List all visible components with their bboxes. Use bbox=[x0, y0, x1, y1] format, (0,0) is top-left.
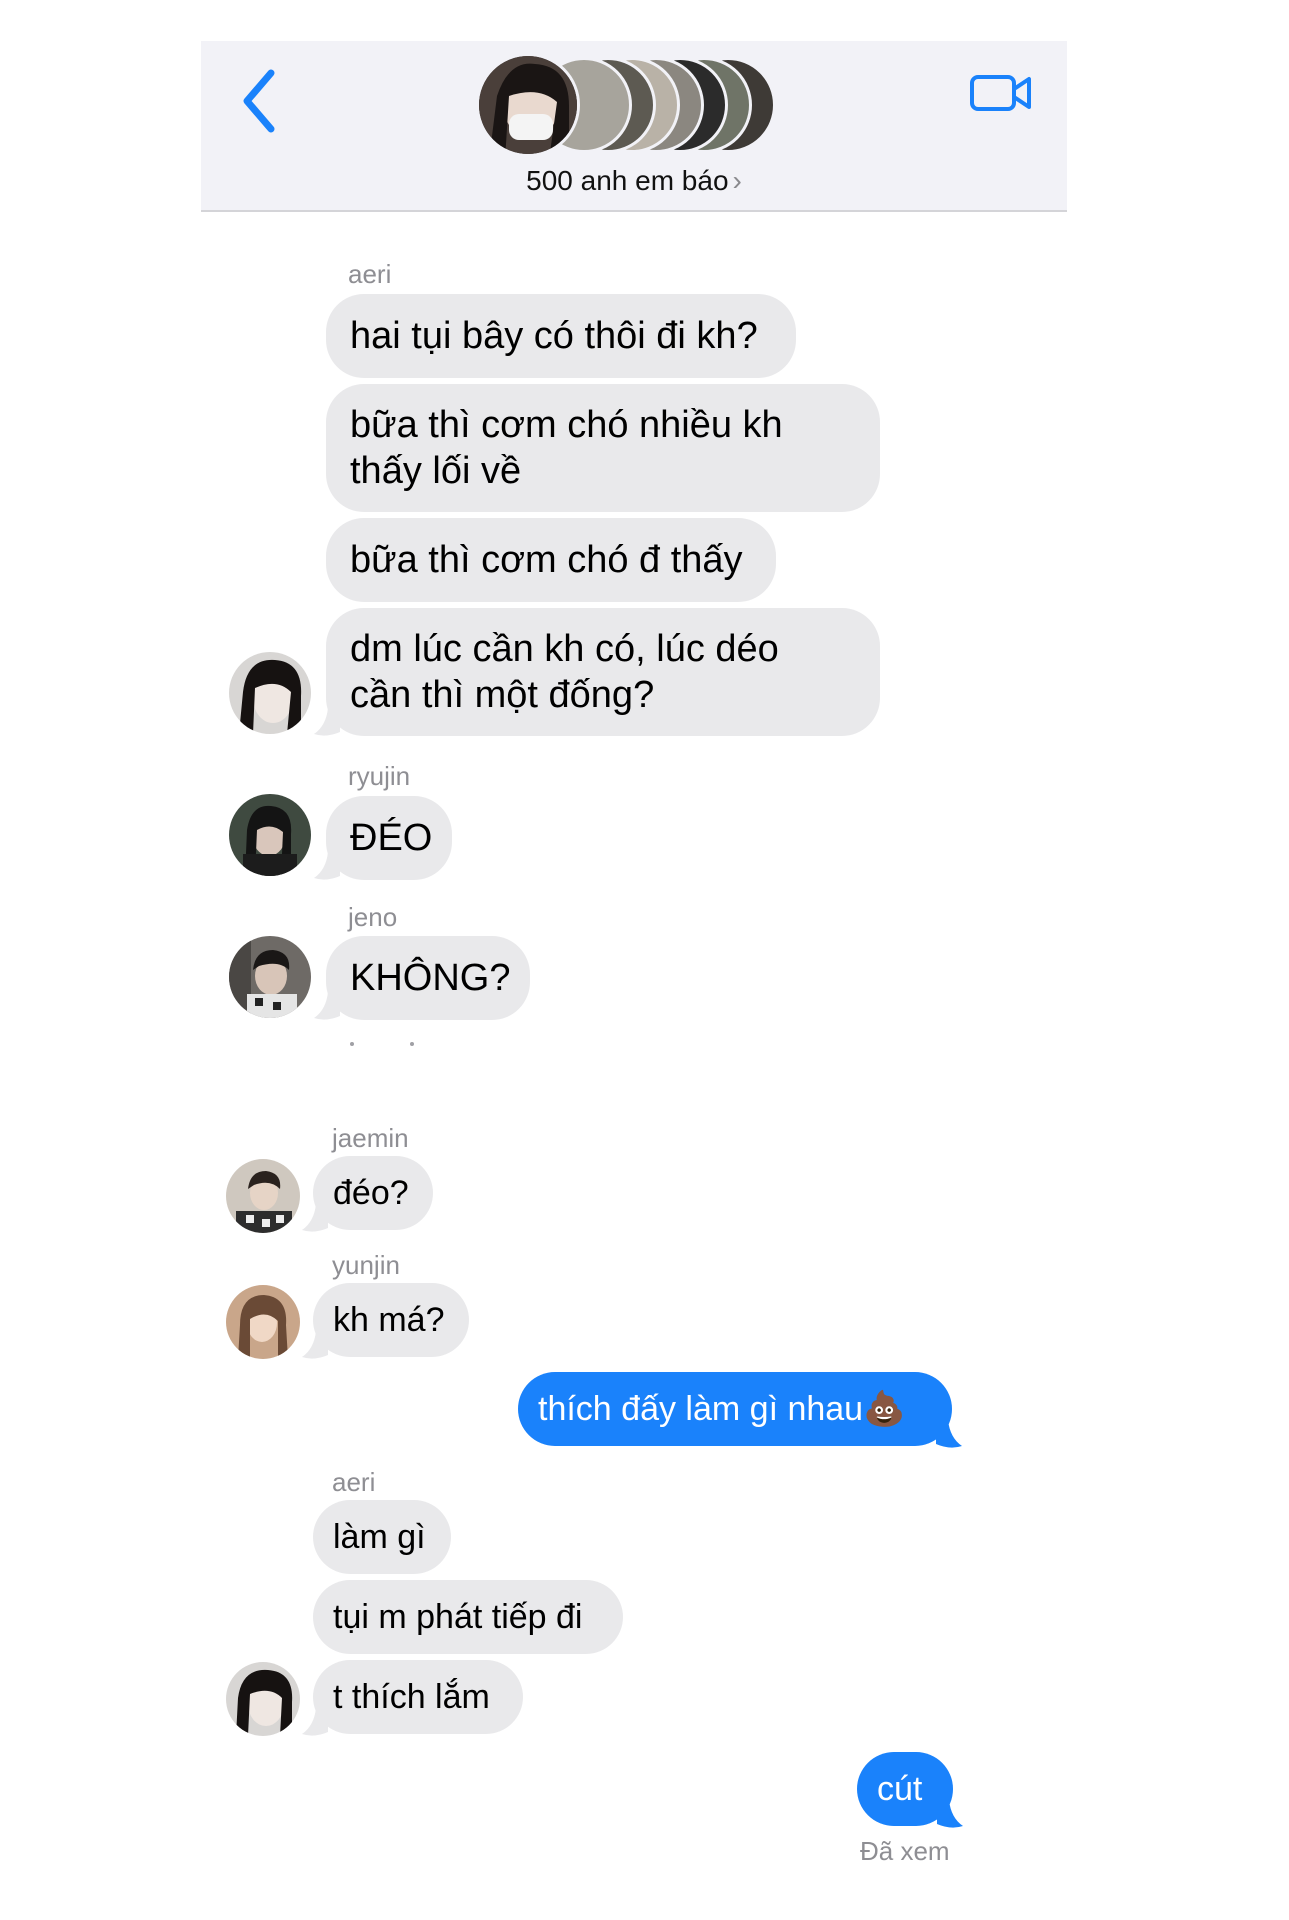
sender-label: yunjin bbox=[332, 1250, 400, 1280]
bubble-tail bbox=[302, 1331, 328, 1359]
message-text: hai tụi bây có thôi đi kh? bbox=[350, 315, 758, 357]
bubble-tail bbox=[302, 1204, 328, 1232]
message-text: ĐÉO bbox=[350, 817, 433, 859]
avatar-yunjin[interactable] bbox=[226, 1285, 300, 1359]
message-bubble[interactable]: hai tụi bây có thôi đi kh? bbox=[326, 294, 796, 378]
message-bubble[interactable]: bữa thì cơm chó nhiều kh thấy lối về bbox=[326, 384, 880, 512]
sender-label: jeno bbox=[348, 902, 398, 932]
bubble-tail bbox=[937, 1800, 963, 1828]
typing-indicator bbox=[350, 1042, 414, 1046]
message-text: thích đấy làm gì nhau💩 bbox=[538, 1390, 906, 1428]
message-text: bữa thì cơm chó đ thấy bbox=[350, 539, 743, 581]
message-bubble[interactable]: kh má? bbox=[313, 1283, 469, 1357]
message-text: kh má? bbox=[333, 1301, 445, 1339]
sender-label: aeri bbox=[332, 1467, 376, 1497]
back-button[interactable] bbox=[237, 65, 281, 137]
video-call-button[interactable] bbox=[969, 67, 1033, 119]
group-main-avatar bbox=[476, 53, 580, 157]
bubble-tail bbox=[314, 708, 340, 736]
chevron-right-icon: › bbox=[732, 165, 742, 196]
bubble-tail bbox=[314, 852, 340, 880]
message-bubble[interactable]: KHÔNG? bbox=[326, 936, 530, 1020]
group-name[interactable]: 500 anh em báo › bbox=[201, 165, 1067, 197]
message-bubble[interactable]: tụi m phát tiếp đi bbox=[313, 1580, 623, 1654]
sender-label: aeri bbox=[348, 259, 392, 289]
outgoing-message-bubble[interactable]: thích đấy làm gì nhau💩 bbox=[518, 1372, 952, 1446]
sender-label: ryujin bbox=[348, 761, 411, 791]
message-text: KHÔNG? bbox=[350, 957, 511, 999]
message-text: bữa thì cơm chó nhiều kh thấy lối về bbox=[350, 404, 783, 492]
video-camera-icon bbox=[970, 75, 1031, 111]
message-bubble[interactable]: dm lúc cần kh có, lúc déo cần thì một đố… bbox=[326, 608, 880, 736]
avatar-ryujin[interactable] bbox=[229, 794, 311, 876]
message-bubble[interactable]: làm gì bbox=[313, 1500, 451, 1574]
chat-header: 500 anh em báo › bbox=[201, 41, 1067, 212]
message-bubble[interactable]: t thích lắm bbox=[313, 1660, 523, 1734]
read-receipt: Đã xem bbox=[860, 1836, 950, 1866]
message-text: làm gì bbox=[333, 1518, 426, 1556]
group-avatar-stack[interactable] bbox=[476, 53, 796, 159]
message-text: dm lúc cần kh có, lúc déo cần thì một đố… bbox=[350, 628, 779, 716]
message-text: tụi m phát tiếp đi bbox=[333, 1598, 583, 1636]
sender-label: jaemin bbox=[332, 1123, 409, 1153]
bubble-tail bbox=[936, 1420, 962, 1448]
avatar-aeri[interactable] bbox=[229, 652, 311, 734]
chevron-left-icon bbox=[243, 69, 275, 133]
group-name-label: 500 anh em báo bbox=[526, 165, 729, 196]
message-text: đéo? bbox=[333, 1174, 409, 1212]
message-text: cút bbox=[877, 1770, 923, 1808]
avatar-jaemin[interactable] bbox=[226, 1159, 300, 1233]
bubble-tail bbox=[302, 1708, 328, 1736]
avatar-jeno[interactable] bbox=[229, 936, 311, 1018]
message-bubble[interactable]: đéo? bbox=[313, 1156, 433, 1230]
message-bubble[interactable]: ĐÉO bbox=[326, 796, 452, 880]
bubble-tail bbox=[314, 992, 340, 1020]
message-bubble[interactable]: bữa thì cơm chó đ thấy bbox=[326, 518, 776, 602]
avatar-aeri[interactable] bbox=[226, 1662, 300, 1736]
message-text: t thích lắm bbox=[333, 1678, 490, 1716]
